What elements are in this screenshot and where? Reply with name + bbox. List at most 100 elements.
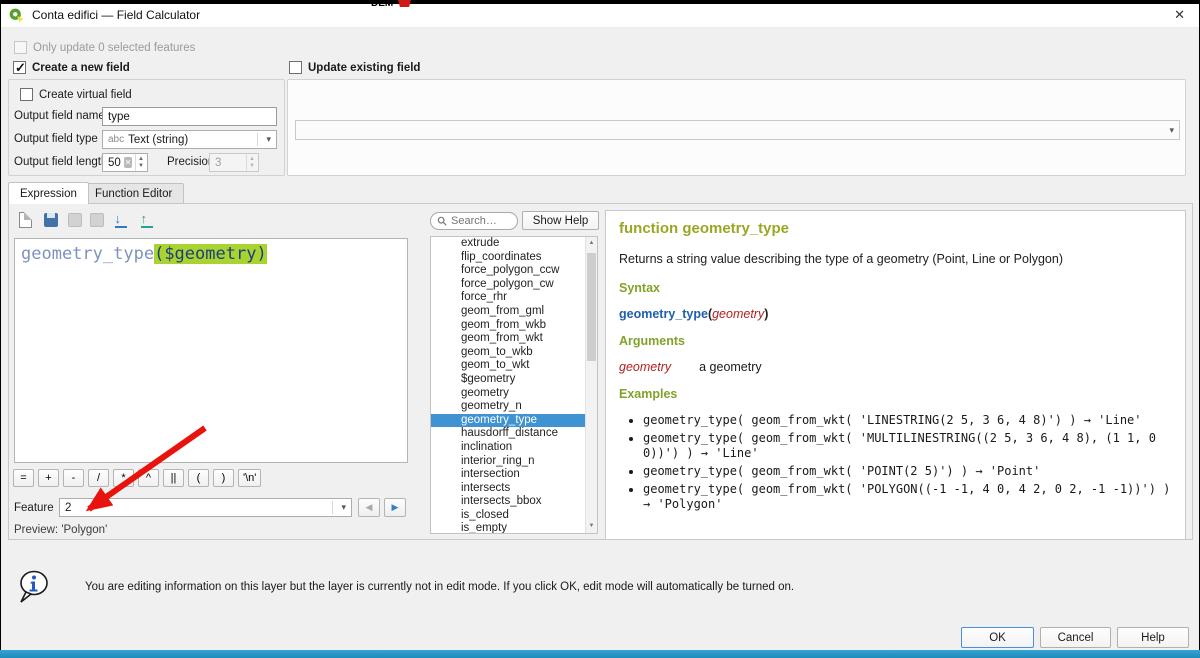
operator-button[interactable]: || — [163, 469, 184, 487]
function-list-item[interactable]: hausdorff_distance — [431, 427, 597, 441]
info-icon — [15, 569, 51, 608]
function-list-item[interactable]: intersection — [431, 468, 597, 482]
function-list-item[interactable]: geom_from_wkb — [431, 319, 597, 333]
title-bar: Conta edifici — Field Calculator ✕ — [1, 3, 1199, 28]
precision-spinner: 3 ▲▼ — [209, 153, 259, 172]
ok-button[interactable]: OK — [961, 627, 1034, 648]
chevron-down-icon: ▾ — [1169, 125, 1174, 136]
show-help-button[interactable]: Show Help — [522, 211, 599, 230]
tab-function-editor[interactable]: Function Editor — [83, 183, 184, 204]
scrollbar-thumb[interactable] — [587, 253, 596, 361]
output-field-name-label: Output field name — [14, 110, 105, 122]
scrollbar[interactable]: ▲ ▼ — [585, 237, 597, 533]
create-new-field-label: Create a new field — [32, 62, 130, 74]
function-list-item[interactable]: geom_from_wkt — [431, 332, 597, 346]
function-list-item[interactable]: is_closed — [431, 509, 597, 523]
function-list-item[interactable]: geometry_type — [431, 414, 597, 428]
argument-row: geometry a geometry — [619, 360, 1172, 374]
status-bar-strip — [0, 650, 1200, 658]
export-expression-button[interactable]: ↑ — [137, 210, 156, 229]
argument-description: a geometry — [699, 360, 762, 374]
update-existing-field-label: Update existing field — [308, 62, 420, 74]
operator-button[interactable]: ( — [188, 469, 209, 487]
cancel-button[interactable]: Cancel — [1040, 627, 1111, 648]
feature-select[interactable]: 2 ▾ — [59, 498, 352, 517]
ok-label: OK — [989, 632, 1006, 644]
operator-button[interactable]: * — [113, 469, 134, 487]
operator-button[interactable]: + — [38, 469, 59, 487]
argument-name: geometry — [619, 360, 671, 374]
export-icon: ↑ — [141, 212, 153, 228]
clear-icon[interactable]: ✕ — [124, 157, 132, 168]
cancel-label: Cancel — [1058, 632, 1094, 644]
expression-open-paren: ( — [154, 244, 164, 264]
output-field-name-input[interactable] — [102, 107, 277, 126]
output-field-type-select[interactable]: abc Text (string) ▾ — [102, 130, 277, 149]
operator-button[interactable]: = — [13, 469, 34, 487]
function-list-item[interactable]: geometry_n — [431, 400, 597, 414]
operator-button[interactable]: ) — [213, 469, 234, 487]
next-feature-button[interactable]: ▶ — [384, 498, 406, 517]
update-existing-field-checkbox[interactable]: Update existing field — [289, 61, 420, 74]
function-list-item[interactable]: force_rhr — [431, 291, 597, 305]
syntax-line: geometry_type(geometry) — [619, 307, 1172, 321]
edit-expression-button — [65, 210, 84, 229]
function-list-item[interactable]: $geometry — [431, 373, 597, 387]
scroll-down-icon[interactable]: ▼ — [586, 520, 597, 533]
function-list-item[interactable]: is_empty — [431, 522, 597, 534]
example-item: geometry_type( geom_from_wkt( 'POLYGON((… — [643, 482, 1172, 512]
help-button[interactable]: Help — [1117, 627, 1189, 648]
function-search[interactable] — [430, 212, 518, 230]
checkbox-box — [289, 61, 302, 74]
operator-button[interactable]: '\n' — [238, 469, 261, 487]
new-file-icon — [19, 212, 32, 228]
preview-text: Preview: 'Polygon' — [14, 524, 107, 536]
arguments-heading: Arguments — [619, 334, 1172, 348]
spin-down-icon: ▼ — [249, 163, 255, 170]
function-list-item[interactable]: intersects_bbox — [431, 495, 597, 509]
function-list-item[interactable]: interior_ring_n — [431, 455, 597, 469]
save-expression-button[interactable] — [41, 210, 60, 229]
import-icon: ↓ — [115, 212, 127, 228]
function-help-pane: function geometry_type Returns a string … — [605, 210, 1186, 540]
function-list-item[interactable]: geom_to_wkb — [431, 346, 597, 360]
close-icon[interactable]: ✕ — [1174, 7, 1185, 23]
spin-up-icon: ▲ — [249, 156, 255, 163]
feature-value: 2 — [65, 502, 71, 514]
function-list-item[interactable]: flip_coordinates — [431, 251, 597, 265]
qgis-logo-icon — [9, 8, 24, 23]
operator-button[interactable]: ^ — [138, 469, 159, 487]
operator-button[interactable]: - — [63, 469, 84, 487]
existing-field-select: ▾ — [295, 120, 1180, 140]
expression-close-paren: ) — [256, 244, 266, 264]
create-new-field-checkbox[interactable]: ✓ Create a new field — [13, 61, 130, 74]
function-list-item[interactable]: geometry — [431, 387, 597, 401]
function-list-item[interactable]: extrude — [431, 237, 597, 251]
output-field-length-value: 50 — [106, 157, 121, 169]
function-list-item[interactable]: force_polygon_ccw — [431, 264, 597, 278]
function-list-item[interactable]: inclination — [431, 441, 597, 455]
spin-down-icon[interactable]: ▼ — [138, 163, 144, 170]
function-list-item[interactable]: geom_from_gml — [431, 305, 597, 319]
examples-heading: Examples — [619, 387, 1172, 401]
new-expression-button[interactable] — [16, 210, 35, 229]
search-input[interactable] — [451, 215, 509, 227]
previous-feature-button: ◀ — [358, 498, 380, 517]
function-list[interactable]: ▲ ▼ extrudeflip_coordinatesforce_polygon… — [430, 236, 598, 534]
function-list-item[interactable]: force_polygon_cw — [431, 278, 597, 292]
create-virtual-field-checkbox[interactable]: Create virtual field — [20, 88, 132, 101]
import-expression-button[interactable]: ↓ — [111, 210, 130, 229]
background-text: DEM — [371, 0, 393, 9]
scroll-up-icon[interactable]: ▲ — [586, 237, 597, 250]
help-description: Returns a string value describing the ty… — [619, 252, 1172, 266]
output-field-length-spinner[interactable]: 50 ✕ ▲▼ — [102, 153, 148, 172]
precision-label: Precision — [167, 156, 214, 168]
operator-button[interactable]: / — [88, 469, 109, 487]
dialog-body: Only update 0 selected features ✓ Create… — [1, 28, 1199, 650]
function-list-item[interactable]: intersects — [431, 482, 597, 496]
expression-editor[interactable]: geometry_type($geometry) — [14, 238, 408, 463]
tab-expression[interactable]: Expression — [8, 182, 89, 204]
function-list-item[interactable]: geom_to_wkt — [431, 359, 597, 373]
spinner-arrows[interactable]: ▲▼ — [135, 154, 144, 171]
spin-up-icon[interactable]: ▲ — [138, 156, 144, 163]
